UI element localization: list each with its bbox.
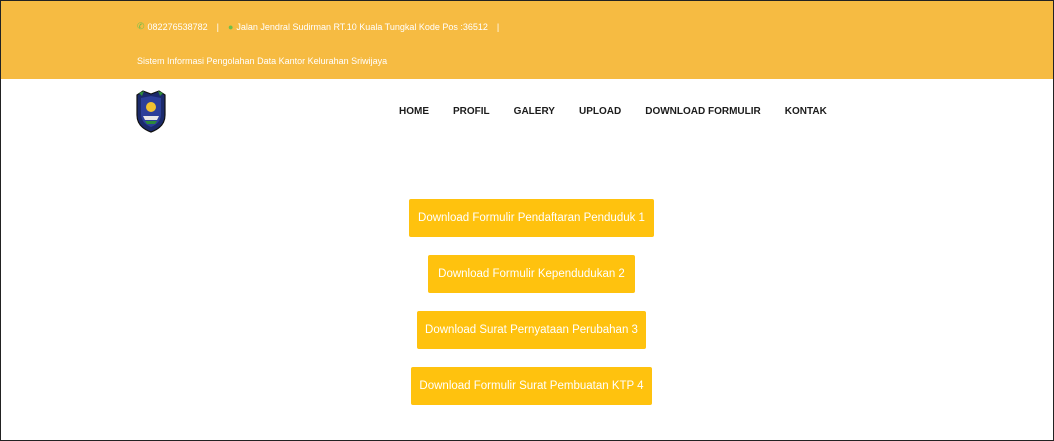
download-button-2[interactable]: Download Formulir Kependudukan 2 (428, 255, 635, 293)
main-nav: HOME PROFIL GALERY UPLOAD DOWNLOAD FORMU… (399, 106, 851, 117)
address-text: Jalan Jendral Sudirman RT.10 Kuala Tungk… (236, 21, 488, 32)
top-bar: ✆ 082276538782 | ● Jalan Jendral Sudirma… (1, 1, 1053, 79)
nav-kontak[interactable]: KONTAK (785, 106, 827, 117)
nav-profil[interactable]: PROFIL (453, 106, 490, 117)
nav-galery[interactable]: GALERY (514, 106, 555, 117)
phone-icon: ✆ (137, 21, 145, 31)
download-button-3[interactable]: Download Surat Pernyataan Perubahan 3 (417, 311, 646, 349)
page: ✆ 082276538782 | ● Jalan Jendral Sudirma… (0, 0, 1054, 441)
site-tagline: Sistem Informasi Pengolahan Data Kantor … (137, 56, 388, 66)
nav-upload[interactable]: UPLOAD (579, 106, 621, 117)
contact-info: ✆ 082276538782 | ● Jalan Jendral Sudirma… (137, 21, 508, 32)
nav-home[interactable]: HOME (399, 106, 429, 117)
nav-download-formulir[interactable]: DOWNLOAD FORMULIR (645, 106, 761, 117)
location-icon: ● (227, 21, 234, 32)
phone-number: 082276538782 (147, 21, 208, 32)
download-button-4[interactable]: Download Formulir Surat Pembuatan KTP 4 (411, 367, 652, 405)
separator: | (216, 21, 219, 32)
download-button-1[interactable]: Download Formulir Pendaftaran Penduduk 1 (409, 199, 654, 237)
logo[interactable] (133, 89, 169, 133)
separator: | (496, 21, 500, 32)
